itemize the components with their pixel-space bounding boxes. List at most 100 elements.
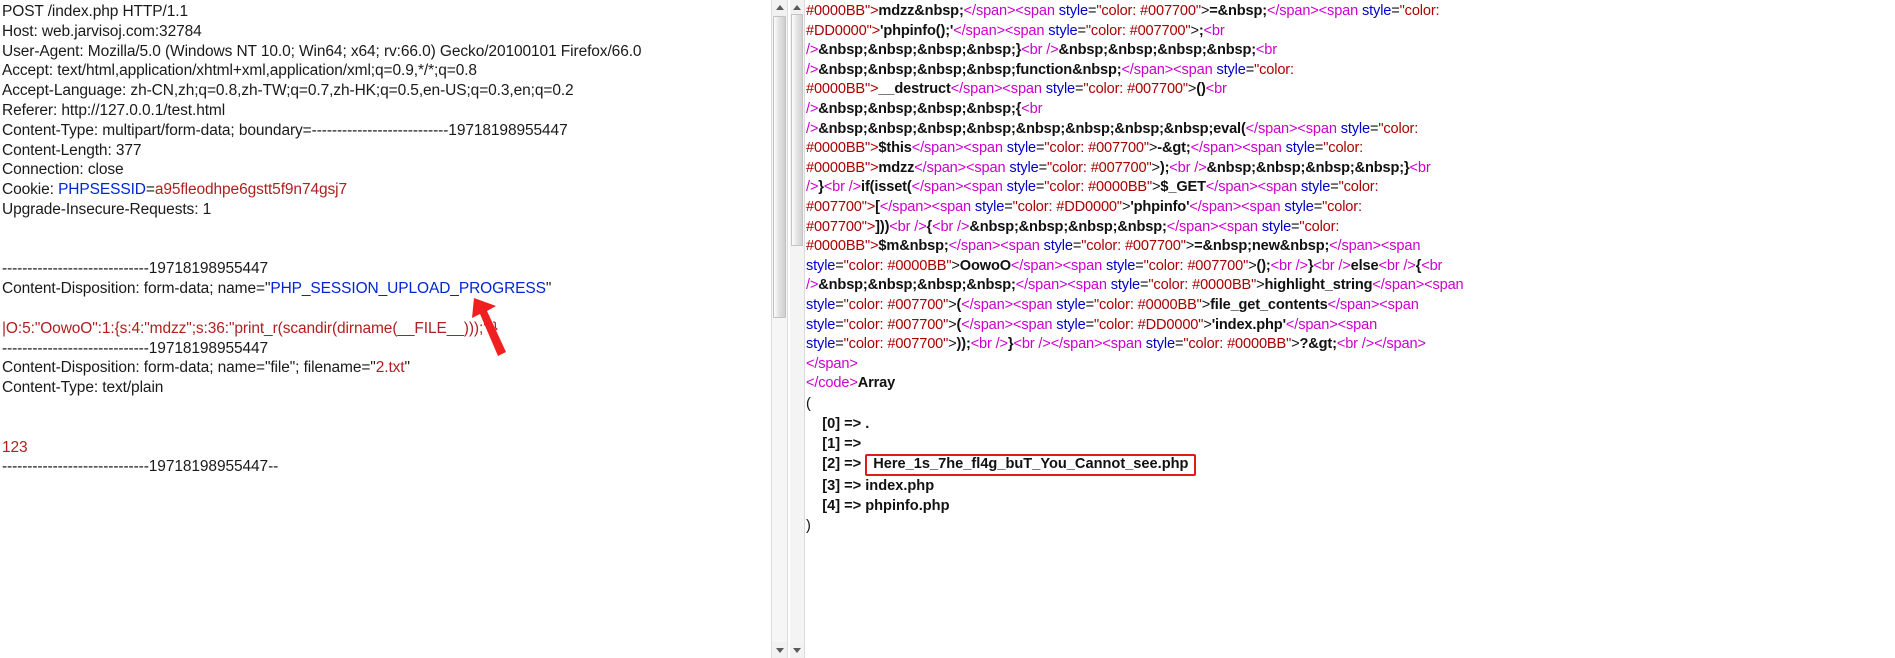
source-token: span (1387, 296, 1419, 313)
source-token: </ (1015, 277, 1028, 294)
source-token: style (806, 296, 836, 313)
source-token: style (806, 316, 836, 333)
source-token: </ (1374, 336, 1387, 353)
source-line: #007700">[</span><span style="color: #DD… (806, 198, 1891, 218)
source-token: = (835, 296, 844, 313)
request-text-segment: -----------------------------19718198955… (2, 260, 269, 278)
source-token: span (1201, 198, 1233, 215)
request-line: Content-Type: text/plain (2, 378, 770, 398)
source-token: "color: #0000BB" (843, 257, 952, 274)
request-text-segment: Upgrade-Insecure-Requests: 1 (2, 200, 212, 218)
right-scrollbar-up-arrow[interactable] (790, 0, 804, 15)
source-token: <br /> (1336, 336, 1375, 353)
source-token: = (835, 257, 844, 274)
source-line: #0000BB">mdzz</span><span style="color: … (806, 159, 1891, 179)
source-token: span (1279, 3, 1311, 19)
left-scrollbar-thumb[interactable] (773, 16, 786, 318)
request-text-segment: Host: web.jarvisoj.com:32784 (2, 22, 202, 40)
right-scrollbar[interactable] (790, 0, 805, 658)
source-token: <br /> (1021, 42, 1059, 59)
source-token: </ (1050, 336, 1063, 353)
source-token: </ (963, 3, 976, 19)
source-token: /> (806, 120, 819, 137)
source-token: ); (1159, 159, 1170, 176)
source-token: </ (1327, 296, 1340, 313)
source-token: style (974, 198, 1005, 215)
source-token: style (1340, 120, 1370, 137)
source-token: $m&nbsp; (878, 238, 949, 255)
source-token: "color: #007700" (1083, 81, 1188, 98)
left-scrollbar-up-arrow[interactable] (772, 0, 787, 15)
source-token: (); (1256, 257, 1271, 274)
request-text-segment: " (545, 280, 552, 298)
source-token: >< (996, 22, 1014, 39)
request-line: Accept: text/html,application/xhtml+xml,… (2, 61, 770, 81)
source-token: style (1048, 22, 1078, 39)
source-token: <br /> (932, 218, 970, 235)
source-token: #007700"> (806, 218, 876, 235)
source-token: span (1062, 336, 1095, 353)
source-token: >< (1289, 120, 1306, 137)
source-token: span (1389, 238, 1421, 255)
source-token: "color: #007700" (1096, 3, 1201, 19)
source-token: </ (806, 375, 819, 392)
source-token: span (1179, 218, 1211, 235)
source-token: = (835, 336, 844, 353)
source-token: </ (911, 140, 924, 157)
source-line: style="color: #007700">(</span><span sty… (806, 316, 1891, 336)
source-token: "color: (1299, 218, 1340, 235)
source-token: > (951, 257, 960, 274)
source-token: #0000BB"> (806, 3, 879, 19)
source-token: style (1285, 140, 1315, 157)
source-token: style (1006, 140, 1037, 157)
request-text-segment: Content-Type: text/plain (2, 379, 164, 397)
source-token: > (948, 316, 957, 333)
source-token: =&nbsp; (1209, 3, 1267, 19)
source-token: </ (1266, 3, 1280, 19)
right-scrollbar-down-arrow[interactable] (790, 643, 804, 658)
request-text-segment: Content-Type: multipart/form-data; bound… (2, 121, 568, 139)
source-token: > (1248, 257, 1257, 274)
source-token: >< (1249, 179, 1266, 196)
source-token: span (1341, 238, 1373, 255)
chevron-down-icon (775, 648, 784, 653)
array-entry: [3] => index.php (806, 476, 1891, 496)
source-token: span (963, 81, 995, 98)
request-text-segment: Content-Disposition: form-data; name=" (2, 280, 271, 298)
request-text-segment: Accept-Language: zh-CN,zh;q=0.8,zh-TW;q=… (2, 82, 574, 100)
source-token: </ (1189, 198, 1202, 215)
source-token: > (1200, 3, 1210, 19)
request-line (2, 299, 770, 319)
source-token: style (1056, 316, 1086, 333)
request-line (2, 398, 770, 418)
source-token: style (806, 336, 836, 353)
source-code-body: #0000BB">mdzz&nbsp;</span><span style="c… (806, 0, 1895, 658)
source-token: 'index.php' (1211, 316, 1286, 333)
source-token: "color: #0000BB" (1148, 277, 1257, 294)
source-token: /> (806, 179, 819, 196)
left-scrollbar[interactable] (771, 0, 788, 658)
source-token: span (1226, 218, 1262, 235)
source-token: style (1045, 81, 1076, 98)
source-token: &nbsp;&nbsp;&nbsp;&nbsp;function&nbsp; (818, 61, 1122, 78)
source-token: )); (956, 336, 971, 353)
source-token: "color: #007700" (843, 296, 949, 313)
source-token: >< (923, 198, 940, 215)
source-line: />&nbsp;&nbsp;&nbsp;&nbsp;&nbsp;&nbsp;&n… (806, 120, 1891, 140)
source-token: span (923, 179, 955, 196)
source-token: span (1013, 22, 1049, 39)
source-token: __destruct (878, 81, 951, 98)
source-token: >< (955, 140, 972, 157)
array-open-paren: ( (806, 395, 811, 412)
source-token: "color: #007700" (843, 336, 949, 353)
source-token: </ (806, 355, 819, 372)
source-token: #0000BB"> (806, 81, 879, 98)
source-token: span (1181, 61, 1217, 78)
array-entry-value: phpinfo.php (865, 497, 950, 514)
source-token: style (1009, 159, 1039, 176)
left-scrollbar-down-arrow[interactable] (772, 643, 787, 658)
source-token: </ (911, 179, 924, 196)
right-scrollbar-thumb[interactable] (791, 14, 803, 246)
source-token: code (818, 375, 850, 392)
request-line: Content-Disposition: form-data; name="PH… (2, 279, 770, 299)
